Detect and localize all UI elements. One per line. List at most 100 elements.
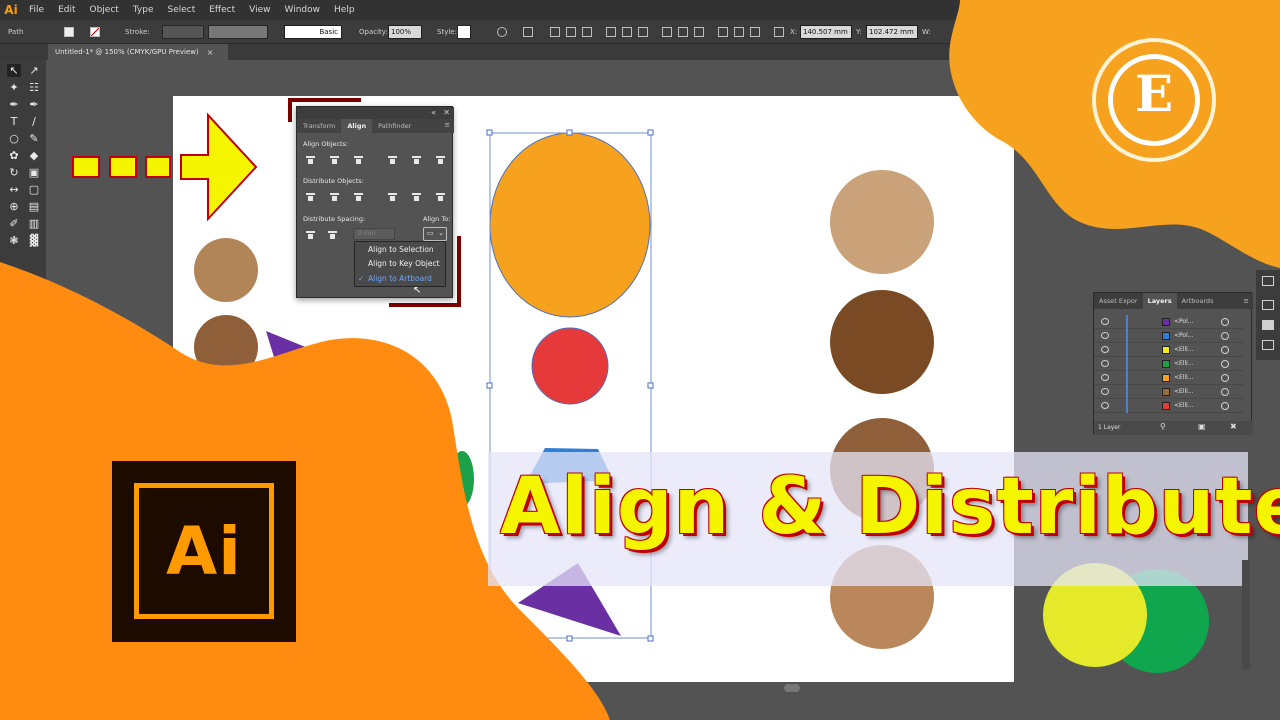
align-top-icon[interactable] <box>387 155 398 164</box>
layers-panel-tabs: Asset Expor Layers Artboards ≡ <box>1094 293 1253 309</box>
target-icon[interactable] <box>1221 374 1229 382</box>
distribute-bottom-icon[interactable] <box>353 192 364 201</box>
layer-thumbnail <box>1162 402 1170 410</box>
vertical-distribute-space-icon[interactable] <box>305 230 316 239</box>
eye-icon[interactable] <box>1101 402 1109 409</box>
eye-icon[interactable] <box>1101 346 1109 353</box>
menu-item-align-to-selection[interactable]: Align to Selection <box>355 243 447 257</box>
dash-square-2[interactable] <box>109 156 137 178</box>
menu-item-label: Align to Selection <box>368 245 434 254</box>
layer-row[interactable]: <Pol... <box>1094 329 1244 343</box>
menu-item-align-to-artboard[interactable]: ✓ Align to Artboard <box>355 272 447 286</box>
right-circle-tan[interactable] <box>830 170 934 274</box>
bbox-handle-tc[interactable] <box>566 129 573 136</box>
arrow-shape[interactable] <box>180 112 258 222</box>
eye-icon[interactable] <box>1101 318 1109 325</box>
layer-color-bar <box>1126 399 1128 413</box>
layer-name: <Elli... <box>1174 360 1194 367</box>
horizontal-distribute-space-icon[interactable] <box>327 230 338 239</box>
dash-square-1[interactable] <box>72 156 100 178</box>
layer-row[interactable]: <Pol... <box>1094 315 1244 329</box>
chevron-down-icon: ⌄ <box>438 229 444 237</box>
bbox-handle-tl[interactable] <box>486 129 493 136</box>
distribute-top-icon[interactable] <box>305 192 316 201</box>
eye-icon[interactable] <box>1101 360 1109 367</box>
layer-name: <Pol... <box>1174 318 1194 325</box>
eye-icon[interactable] <box>1101 374 1109 381</box>
spacing-field[interactable]: 0 mm <box>353 228 395 240</box>
align-hcenter-icon[interactable] <box>329 155 340 164</box>
layer-name: <Pol... <box>1174 332 1194 339</box>
artboards-icon[interactable] <box>1262 340 1274 350</box>
bbox-handle-ml[interactable] <box>486 382 493 389</box>
distribute-right-icon[interactable] <box>435 192 446 201</box>
target-icon[interactable] <box>1221 360 1229 368</box>
target-icon[interactable] <box>1221 332 1229 340</box>
layer-row[interactable]: <Elli... <box>1094 357 1244 371</box>
menu-item-label: Align to Key Object <box>368 259 440 268</box>
export-icon[interactable] <box>1262 276 1274 286</box>
layers-footer: 1 Layer ⚲ ▣ ✖ <box>1094 421 1253 435</box>
bbox-handle-bc[interactable] <box>566 635 573 642</box>
target-icon[interactable] <box>1221 402 1229 410</box>
menu-item-align-to-key-object[interactable]: Align to Key Object <box>355 257 447 271</box>
tab-transform[interactable]: Transform <box>297 119 341 133</box>
align-to-label: Align To: <box>423 215 451 223</box>
vertical-scrollbar[interactable] <box>1242 560 1250 670</box>
right-dock-icons <box>1256 270 1280 360</box>
align-bottom-icon[interactable] <box>435 155 446 164</box>
tab-artboards[interactable]: Artboards <box>1177 297 1219 305</box>
distribute-vcenter-icon[interactable] <box>329 192 340 201</box>
asset-export-icon[interactable] <box>1262 300 1274 310</box>
tab-asset-export[interactable]: Asset Expor <box>1094 297 1143 305</box>
layer-row[interactable]: <Elli... <box>1094 343 1244 357</box>
collapse-panel-icon[interactable]: « <box>431 108 436 117</box>
panel-titlebar[interactable]: « ✕ <box>297 107 454 119</box>
layer-row[interactable]: <Elli... <box>1094 399 1244 413</box>
layer-thumbnail <box>1162 318 1170 326</box>
tab-layers[interactable]: Layers <box>1142 293 1177 309</box>
target-icon[interactable] <box>1221 388 1229 396</box>
target-icon[interactable] <box>1221 318 1229 326</box>
tab-pathfinder[interactable]: Pathfinder <box>372 119 417 133</box>
panel-menu-icon[interactable]: ≡ <box>1244 297 1253 305</box>
distribute-objects-label: Distribute Objects: <box>303 177 364 185</box>
bbox-handle-tr[interactable] <box>647 129 654 136</box>
panel-menu-icon[interactable]: ≡ <box>445 121 450 129</box>
close-panel-icon[interactable]: ✕ <box>443 108 450 117</box>
align-left-icon[interactable] <box>305 155 316 164</box>
trash-icon[interactable]: ✖ <box>1230 422 1237 431</box>
layer-thumbnail <box>1162 332 1170 340</box>
layer-color-bar <box>1126 385 1128 399</box>
selected-red-circle[interactable] <box>531 327 609 405</box>
horizontal-scrollbar-thumb[interactable] <box>784 684 800 692</box>
align-to-menu: Align to Selection Align to Key Object ✓… <box>354 241 446 287</box>
new-layer-icon[interactable]: ▣ <box>1198 422 1206 431</box>
bbox-handle-br[interactable] <box>647 635 654 642</box>
video-title: Align & Distribute <box>500 462 1280 552</box>
target-icon[interactable] <box>1221 346 1229 354</box>
artboard-icon: ▭ <box>427 229 434 237</box>
layer-thumbnail <box>1162 374 1170 382</box>
channel-logo-letter: E <box>1134 64 1174 123</box>
eye-icon[interactable] <box>1101 388 1109 395</box>
layer-row[interactable]: <Elli... <box>1094 385 1244 399</box>
search-icon[interactable]: ⚲ <box>1160 422 1166 431</box>
eye-icon[interactable] <box>1101 332 1109 339</box>
layer-name: <Elli... <box>1174 388 1194 395</box>
layer-row[interactable]: <Elli... <box>1094 371 1244 385</box>
layer-color-bar <box>1126 371 1128 385</box>
dash-square-3[interactable] <box>145 156 171 178</box>
align-vcenter-icon[interactable] <box>411 155 422 164</box>
layers-icon[interactable] <box>1262 320 1274 330</box>
bbox-handle-mr[interactable] <box>647 382 654 389</box>
illustrator-logo-text: Ai <box>134 483 274 619</box>
selected-orange-ellipse[interactable] <box>489 132 651 318</box>
right-circle-dark-brown[interactable] <box>830 290 934 394</box>
left-circle-light-brown[interactable] <box>194 238 258 302</box>
align-to-dropdown[interactable]: ▭ ⌄ <box>423 227 447 241</box>
distribute-left-icon[interactable] <box>387 192 398 201</box>
tab-align[interactable]: Align <box>341 119 373 133</box>
distribute-hcenter-icon[interactable] <box>411 192 422 201</box>
align-right-icon[interactable] <box>353 155 364 164</box>
